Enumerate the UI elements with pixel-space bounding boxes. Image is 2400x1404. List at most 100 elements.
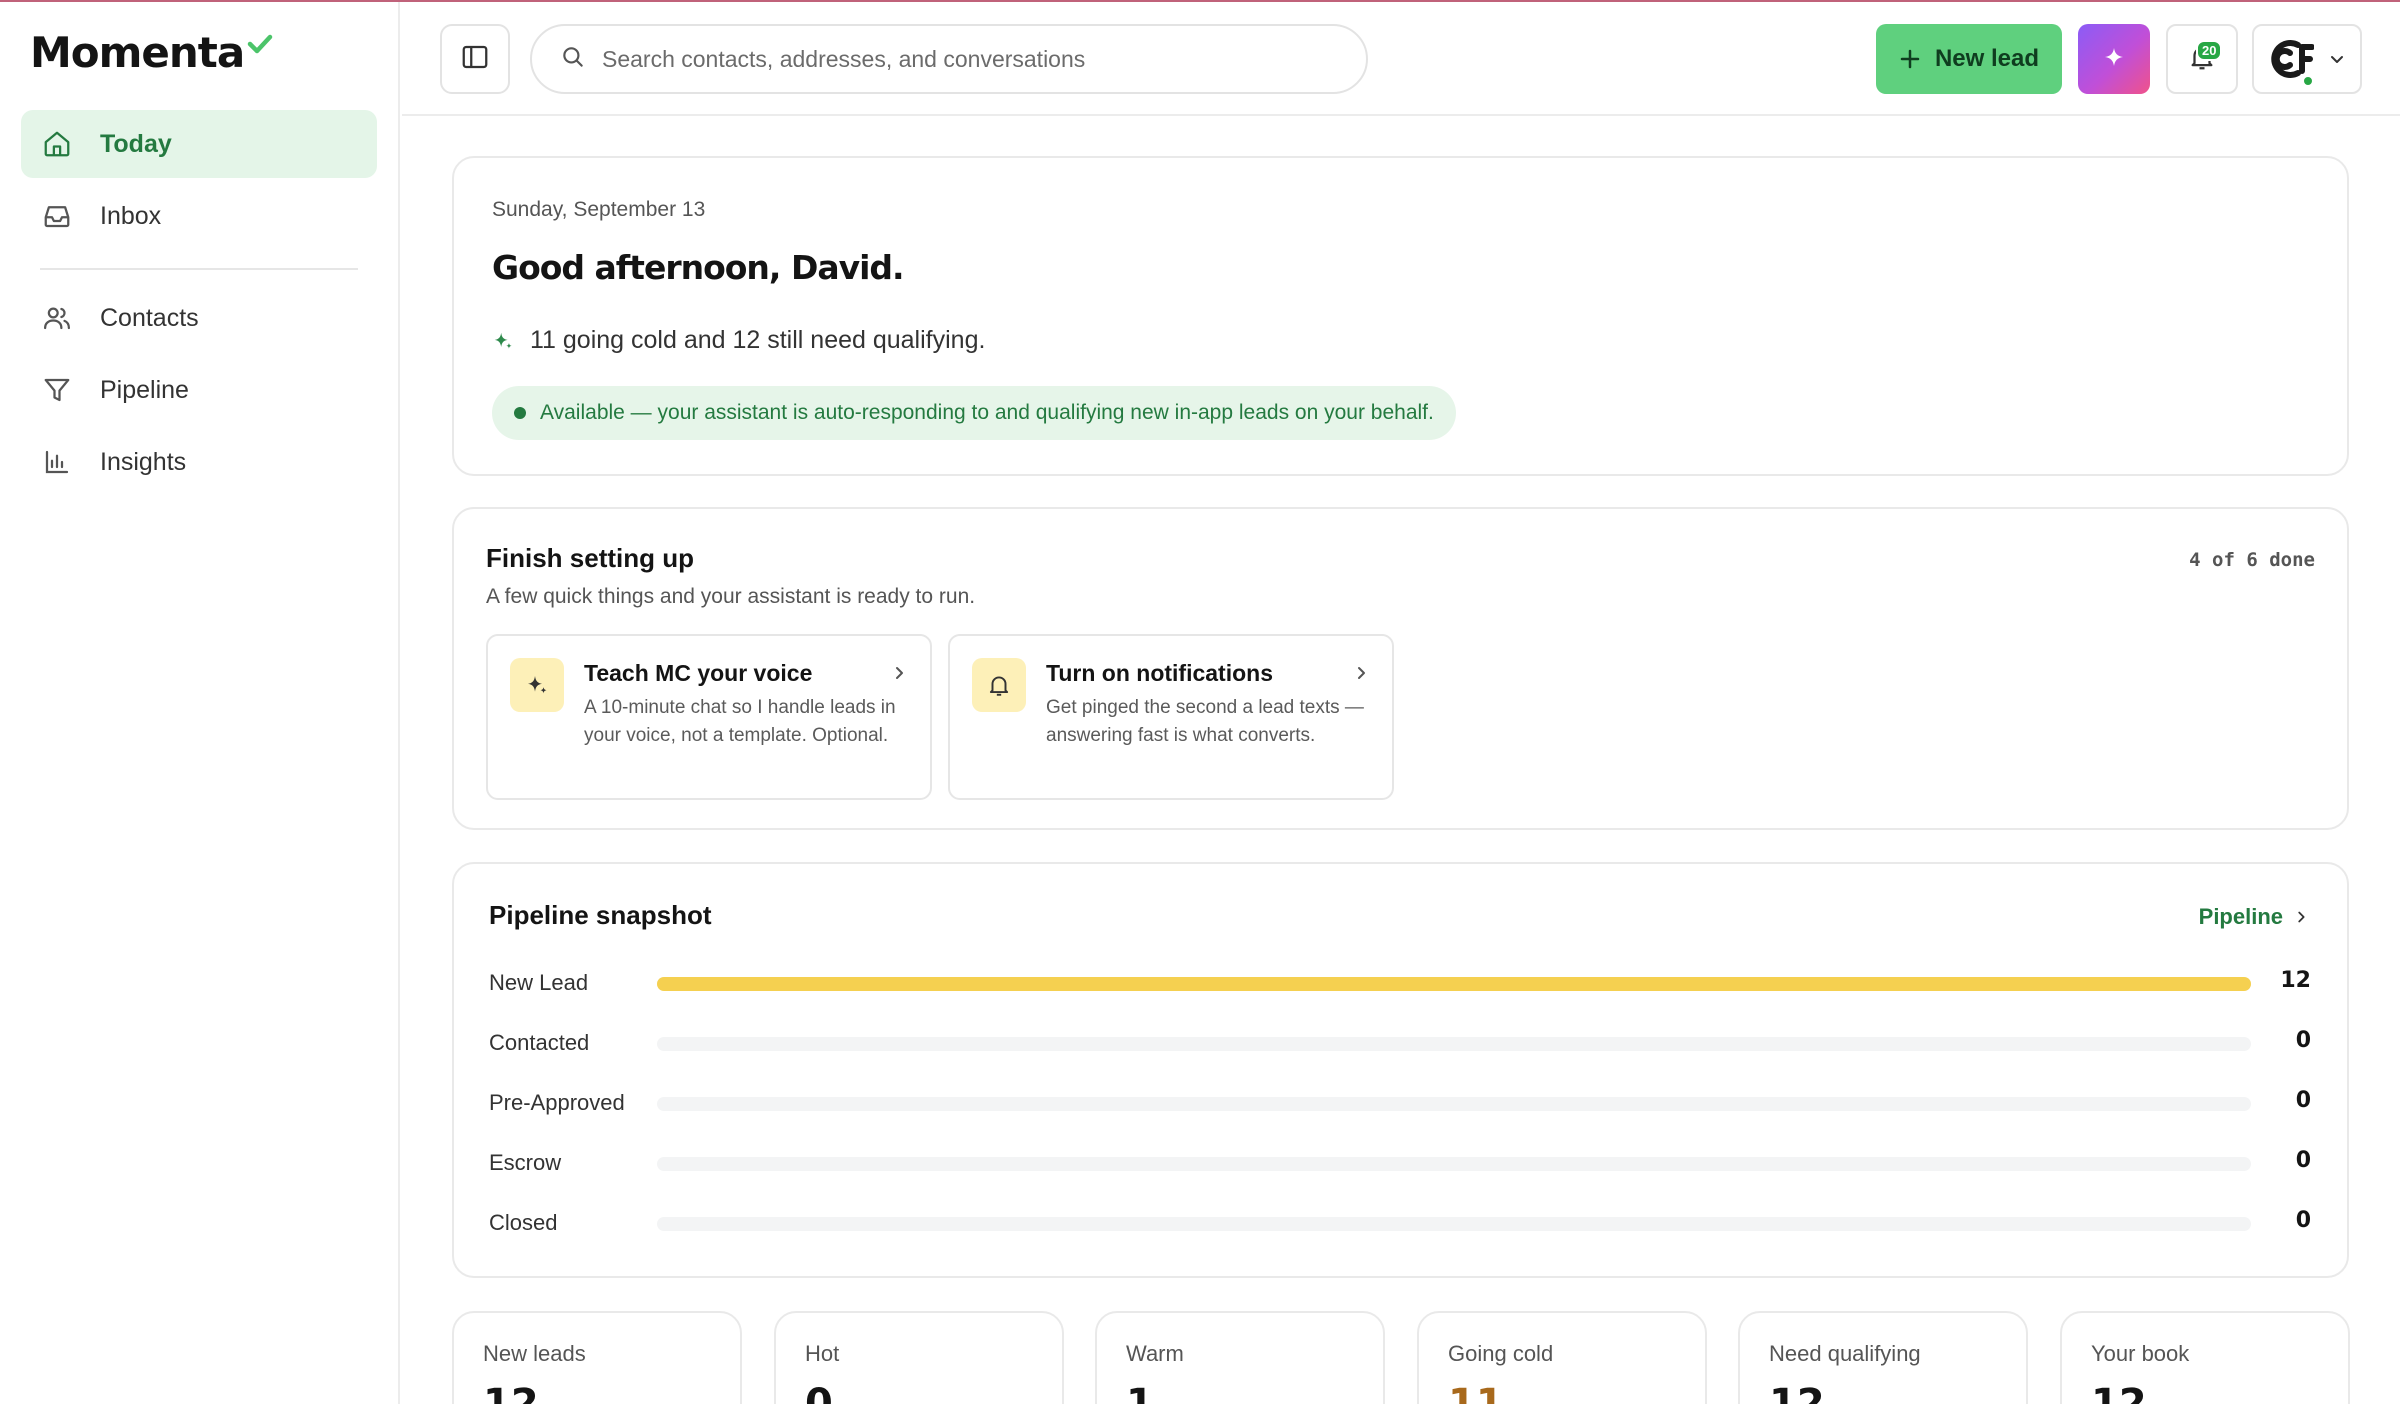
stat-label: Going cold	[1448, 1341, 1554, 1366]
sidebar-panel-icon	[460, 42, 490, 77]
stat-value: 12	[2091, 1381, 2147, 1404]
search-box[interactable]	[530, 24, 1368, 94]
notification-count-badge: 20	[2196, 40, 2223, 61]
pipeline-row: Contacted 0	[489, 1028, 2311, 1058]
stage-label: Closed	[489, 1210, 558, 1235]
task-notifications[interactable]: Turn on notifications Get pinged the sec…	[948, 634, 1394, 800]
assistant-status-badge: Available — your assistant is auto-respo…	[492, 386, 1456, 440]
inbox-icon	[41, 200, 73, 232]
top-bar: New lead 20	[402, 2, 2400, 116]
stage-count: 0	[2295, 1148, 2311, 1173]
stat-label: Need qualifying	[1769, 1341, 1921, 1366]
chevron-right-icon	[1352, 664, 1370, 682]
stage-bar-track	[657, 1037, 2251, 1051]
stage-bar-track	[657, 977, 2251, 991]
sidebar-item-label: Pipeline	[100, 375, 189, 404]
pipeline-link-label: Pipeline	[2198, 904, 2283, 929]
sidebar-divider	[40, 268, 358, 270]
stat-label: New leads	[483, 1341, 586, 1366]
task-title: Turn on notifications	[1046, 660, 1273, 686]
stat-value: 12	[483, 1381, 539, 1404]
ai-assistant-button[interactable]	[2078, 24, 2150, 94]
stage-bar-fill	[657, 977, 2251, 991]
logo-text: Momenta	[30, 28, 245, 77]
task-title: Teach MC your voice	[584, 660, 813, 686]
bar-chart-icon	[41, 446, 73, 478]
home-icon	[41, 128, 73, 160]
chevron-right-icon	[2293, 909, 2309, 925]
stage-count: 0	[2295, 1088, 2311, 1113]
current-date: Sunday, September 13	[492, 198, 706, 221]
stage-count: 0	[2295, 1208, 2311, 1233]
sidebar-toggle-button[interactable]	[440, 24, 510, 94]
chevron-down-icon	[2328, 50, 2346, 68]
stat-card-warm[interactable]: Warm 1	[1095, 1311, 1385, 1404]
summary-text: 11 going cold and 12 still need qualifyi…	[530, 326, 986, 354]
stat-label: Warm	[1126, 1341, 1184, 1366]
sparkle-icon	[492, 330, 514, 352]
pipeline-snapshot-card: Pipeline snapshot Pipeline New Lead 12 C…	[452, 862, 2349, 1278]
filter-icon	[41, 374, 73, 406]
stage-count: 12	[2280, 968, 2311, 993]
account-menu-button[interactable]	[2252, 24, 2362, 94]
pipeline-row: New Lead 12	[489, 968, 2311, 998]
stage-label: Contacted	[489, 1030, 590, 1055]
greeting-card: Sunday, September 13 Good afternoon, Dav…	[452, 156, 2349, 476]
sidebar-item-label: Contacts	[100, 303, 199, 332]
greeting-heading: Good afternoon, David.	[492, 248, 905, 287]
setup-progress: 4 of 6 done	[2189, 549, 2315, 571]
pipeline-row: Closed 0	[489, 1208, 2311, 1238]
stage-bar-track	[657, 1217, 2251, 1231]
online-status-dot	[2302, 75, 2314, 87]
stage-count: 0	[2295, 1028, 2311, 1053]
plus-icon	[1899, 48, 1921, 70]
sidebar-item-label: Today	[100, 129, 172, 158]
stat-label: Hot	[805, 1341, 840, 1366]
stage-bar-track	[657, 1157, 2251, 1171]
sidebar-item-pipeline[interactable]: Pipeline	[21, 356, 377, 424]
stat-card-your-book[interactable]: Your book 12	[2060, 1311, 2350, 1404]
pipeline-link[interactable]: Pipeline	[2199, 904, 2309, 930]
pipeline-title: Pipeline snapshot	[489, 900, 712, 930]
stat-card-hot[interactable]: Hot 0	[774, 1311, 1064, 1404]
stat-card-new-leads[interactable]: New leads 12	[452, 1311, 742, 1404]
sparkle-icon	[510, 658, 564, 712]
stat-card-going-cold[interactable]: Going cold 11	[1417, 1311, 1707, 1404]
new-lead-label: New lead	[1934, 45, 2040, 72]
setup-subtitle: A few quick things and your assistant is…	[486, 585, 976, 608]
sidebar-item-label: Insights	[100, 447, 187, 476]
sidebar-item-insights[interactable]: Insights	[21, 428, 377, 496]
stat-value: 12	[1769, 1381, 1825, 1404]
pipeline-row: Pre-Approved 0	[489, 1088, 2311, 1118]
stat-value: 1	[1126, 1381, 1154, 1404]
status-dot	[514, 407, 526, 419]
chevron-right-icon	[890, 664, 908, 682]
pipeline-row: Escrow 0	[489, 1148, 2311, 1178]
stat-value: 11	[1448, 1381, 1504, 1404]
task-description: A 10-minute chat so I handle leads in yo…	[584, 697, 896, 746]
sidebar-item-contacts[interactable]: Contacts	[21, 284, 377, 352]
setup-card: Finish setting up A few quick things and…	[452, 507, 2349, 830]
stage-label: Pre-Approved	[489, 1090, 625, 1115]
bell-icon	[972, 658, 1026, 712]
search-icon	[560, 44, 586, 75]
stat-card-need-qualifying[interactable]: Need qualifying 12	[1738, 1311, 2028, 1404]
search-input[interactable]	[602, 45, 1302, 73]
new-lead-button[interactable]: New lead	[1876, 24, 2062, 94]
setup-title: Finish setting up	[486, 543, 694, 573]
logo[interactable]: Momenta	[30, 28, 273, 77]
sparkle-icon	[2102, 45, 2126, 74]
status-text: Available — your assistant is auto-respo…	[540, 401, 1434, 424]
avatar	[2262, 33, 2314, 87]
stat-value: 0	[805, 1381, 833, 1404]
lead-summary: 11 going cold and 12 still need qualifyi…	[492, 326, 985, 355]
sidebar-item-inbox[interactable]: Inbox	[21, 182, 377, 250]
stage-label: New Lead	[489, 970, 589, 995]
stat-label: Your book	[2091, 1341, 2190, 1366]
task-description: Get pinged the second a lead texts — ans…	[1046, 697, 1364, 746]
sidebar-item-today[interactable]: Today	[21, 110, 377, 178]
notifications-button[interactable]: 20	[2166, 24, 2238, 94]
stage-label: Escrow	[489, 1150, 562, 1175]
sidebar-item-label: Inbox	[100, 201, 162, 230]
task-teach-voice[interactable]: Teach MC your voice A 10-minute chat so …	[486, 634, 932, 800]
